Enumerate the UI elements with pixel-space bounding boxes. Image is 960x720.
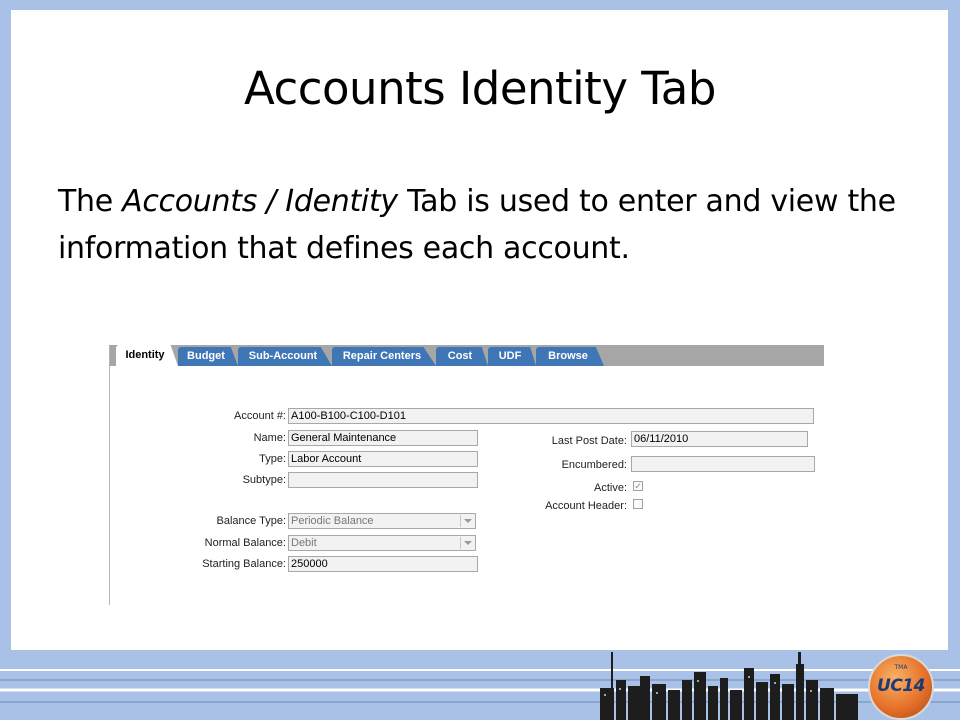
type-field[interactable]: Labor Account: [288, 451, 478, 467]
starting-balance-label: Starting Balance:: [202, 558, 286, 570]
last-post-date-field[interactable]: 06/11/2010: [631, 431, 808, 447]
accounts-identity-screenshot: Identity Budget Sub-Account Repair Cente…: [109, 345, 824, 605]
city-skyline-graphic: [600, 652, 858, 720]
account-header-label: Account Header:: [545, 500, 627, 512]
last-post-date-label: Last Post Date:: [551, 435, 627, 447]
tab-cost[interactable]: Cost: [436, 347, 488, 366]
slide-body-text: The Accounts / Identity Tab is used to e…: [58, 178, 918, 272]
body-text-italic: Accounts / Identity: [122, 184, 398, 219]
tab-repair-centers[interactable]: Repair Centers: [332, 347, 436, 366]
tab-budget[interactable]: Budget: [178, 347, 238, 366]
account-number-field[interactable]: A100-B100-C100-D101: [288, 408, 814, 424]
tab-bar: Identity Budget Sub-Account Repair Cente…: [110, 345, 824, 366]
slide-title: Accounts Identity Tab: [244, 62, 716, 115]
encumbered-label: Encumbered:: [561, 459, 627, 471]
subtype-label: Subtype:: [242, 474, 286, 486]
chevron-down-icon[interactable]: [460, 515, 474, 527]
name-field[interactable]: General Maintenance: [288, 430, 478, 446]
name-label: Name:: [253, 432, 286, 444]
tab-udf[interactable]: UDF: [488, 347, 536, 366]
account-header-checkbox[interactable]: [633, 499, 643, 509]
logo-top-text: TMA: [894, 664, 908, 671]
logo-main-text: UC14: [877, 676, 925, 696]
balance-type-value: Periodic Balance: [291, 515, 374, 527]
normal-balance-value: Debit: [291, 537, 317, 549]
chevron-down-icon[interactable]: [460, 537, 474, 549]
encumbered-field[interactable]: [631, 456, 815, 472]
uc14-logo: TMA UC14: [868, 654, 934, 720]
tab-browse[interactable]: Browse: [536, 347, 604, 366]
normal-balance-label: Normal Balance:: [204, 537, 286, 549]
normal-balance-select[interactable]: Debit: [288, 535, 476, 551]
starting-balance-field[interactable]: 250000: [288, 556, 478, 572]
active-label: Active:: [593, 482, 627, 494]
account-number-label: Account #:: [234, 410, 286, 422]
balance-type-label: Balance Type:: [216, 515, 286, 527]
body-text-start: The: [58, 184, 123, 219]
tab-sub-account[interactable]: Sub-Account: [238, 347, 332, 366]
subtype-field[interactable]: [288, 472, 478, 488]
active-checkbox[interactable]: ✓: [633, 481, 643, 491]
balance-type-select[interactable]: Periodic Balance: [288, 513, 476, 529]
type-label: Type:: [259, 453, 286, 465]
tab-identity[interactable]: Identity: [116, 345, 178, 366]
